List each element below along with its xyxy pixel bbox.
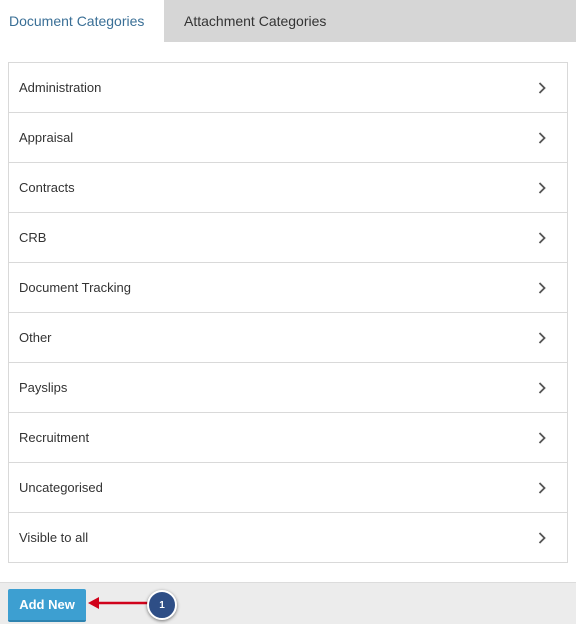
- list-item-label: CRB: [19, 230, 47, 245]
- category-list: Administration Appraisal Contracts CRB D…: [8, 62, 568, 563]
- chevron-right-icon: [537, 331, 547, 345]
- category-tabs: Document Categories Attachment Categorie…: [0, 0, 576, 42]
- chevron-right-icon: [537, 431, 547, 445]
- list-item-administration[interactable]: Administration: [9, 63, 567, 113]
- tab-document-categories[interactable]: Document Categories: [0, 0, 164, 42]
- list-item-uncategorised[interactable]: Uncategorised: [9, 463, 567, 513]
- annotation-arrow-icon: [88, 597, 150, 609]
- list-item-label: Uncategorised: [19, 480, 103, 495]
- list-item-recruitment[interactable]: Recruitment: [9, 413, 567, 463]
- list-item-payslips[interactable]: Payslips: [9, 363, 567, 413]
- list-item-label: Recruitment: [19, 430, 90, 445]
- list-item-document-tracking[interactable]: Document Tracking: [9, 263, 567, 313]
- chevron-right-icon: [537, 481, 547, 495]
- list-item-label: Administration: [19, 80, 102, 95]
- chevron-right-icon: [537, 231, 547, 245]
- chevron-right-icon: [537, 381, 547, 395]
- chevron-right-icon: [537, 81, 547, 95]
- step-badge: 1: [147, 590, 177, 620]
- list-item-label: Payslips: [19, 380, 68, 395]
- tab-label: Attachment Categories: [184, 13, 327, 29]
- list-item-appraisal[interactable]: Appraisal: [9, 113, 567, 163]
- list-item-other[interactable]: Other: [9, 313, 567, 363]
- list-item-label: Other: [19, 330, 52, 345]
- list-item-visible-to-all[interactable]: Visible to all: [9, 513, 567, 563]
- tab-attachment-categories[interactable]: Attachment Categories: [164, 0, 344, 42]
- step-number: 1: [159, 599, 165, 611]
- list-item-label: Document Tracking: [19, 280, 131, 295]
- list-item-crb[interactable]: CRB: [9, 213, 567, 263]
- list-item-label: Visible to all: [19, 530, 89, 545]
- list-item-label: Contracts: [19, 180, 75, 195]
- chevron-right-icon: [537, 281, 547, 295]
- list-item-contracts[interactable]: Contracts: [9, 163, 567, 213]
- chevron-right-icon: [537, 181, 547, 195]
- tab-label: Document Categories: [9, 13, 145, 29]
- list-item-label: Appraisal: [19, 130, 74, 145]
- chevron-right-icon: [537, 131, 547, 145]
- add-new-button[interactable]: Add New: [8, 589, 86, 622]
- chevron-right-icon: [537, 531, 547, 545]
